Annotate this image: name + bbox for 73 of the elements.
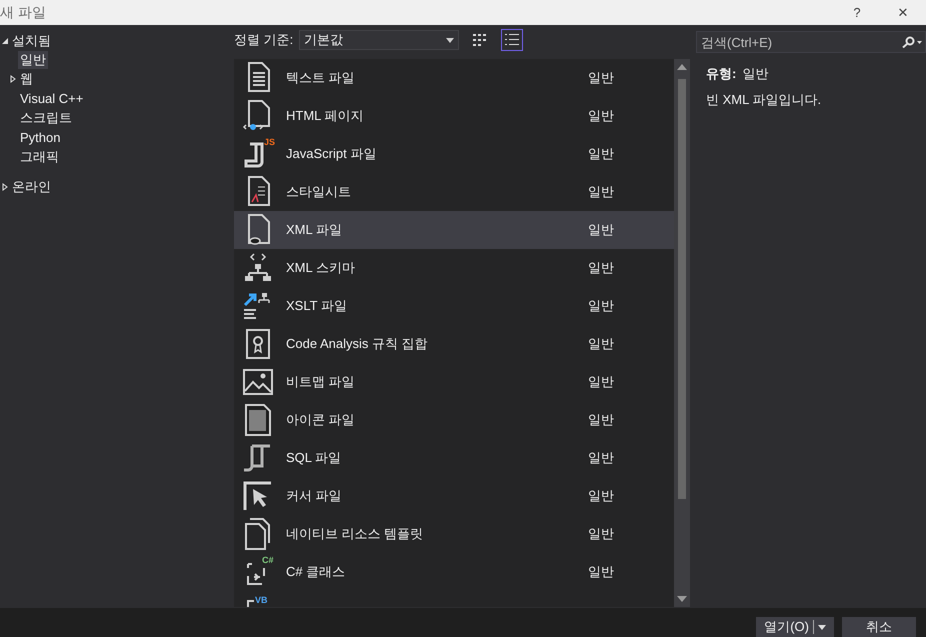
grid-icon [473,33,488,47]
template-item[interactable]: 아이콘 파일 일반 [234,401,674,439]
description-text: 빈 XML 파일입니다. [706,91,822,109]
template-item[interactable]: 비트맵 파일 일반 [234,363,674,401]
template-category: 일반 [588,297,614,315]
template-name: 텍스트 파일 [286,69,356,87]
template-category: 일반 [588,487,614,505]
template-name: C# 클래스 [286,563,346,581]
template-category: 일반 [588,563,614,581]
template-category: 일반 [588,373,614,391]
sort-label: 정렬 기준: [234,31,294,49]
template-category: 일반 [588,335,614,353]
template-category: 일반 [588,259,614,277]
window-title: 새 파일 [0,4,47,22]
template-category: 일반 [588,449,614,467]
template-name: HTML 페이지 [286,107,365,125]
sort-dropdown[interactable]: 기본값 [299,30,460,50]
help-button[interactable]: ? [834,4,880,21]
tree-item[interactable]: 웹 [18,70,35,88]
template-name: 아이콘 파일 [286,411,356,429]
template-item[interactable]: SQL 파일 일반 [234,439,674,477]
template-name: 네이티브 리소스 템플릿 [286,525,424,543]
list-view-button[interactable] [501,29,524,51]
template-name: XML 스키마 [286,259,356,277]
open-button[interactable]: 열기(O) [756,617,834,637]
tree-item[interactable]: 스크립트 [18,109,74,128]
template-item[interactable]: XSLT 파일 일반 [234,287,674,325]
template-item[interactable]: 텍스트 파일 일반 [234,59,674,97]
tree-item[interactable]: Visual C++ [18,91,86,106]
template-name: JavaScript 파일 [286,145,378,163]
scroll-down-icon[interactable] [677,596,687,602]
tree-item[interactable]: 설치됨 [10,32,53,50]
caret-icon [446,38,454,42]
template-name: 비트맵 파일 [286,373,356,391]
tree-item[interactable]: 온라인 [10,178,53,196]
template-name: 커서 파일 [286,487,343,505]
tree-item[interactable]: 그래픽 [18,148,61,166]
template-category: 일반 [588,69,614,87]
template-category: 일반 [588,145,614,163]
expander-icon[interactable] [1,36,9,44]
type-label: 유형: 일반 [706,65,770,83]
template-category: 일반 [588,221,614,239]
search-field[interactable]: 검색(Ctrl+E) [696,31,926,53]
template-item[interactable]: JS JavaScript 파일 일반 [234,135,674,173]
template-item[interactable]: 커서 파일 일반 [234,477,674,515]
list-icon [505,33,520,47]
scrollbar[interactable] [674,59,690,607]
template-category: 일반 [588,107,614,125]
template-name: 스타일시트 [286,183,352,201]
template-name: XSLT 파일 [286,297,348,315]
template-item[interactable]: C# C# 클래스 일반 [234,553,674,591]
template-name: Code Analysis 규칙 집합 [286,335,429,353]
scroll-up-icon[interactable] [677,64,687,70]
cancel-button[interactable]: 취소 [842,617,916,637]
template-name: SQL 파일 [286,449,342,467]
template-category: 일반 [588,183,614,201]
expander-icon[interactable] [9,75,17,84]
template-item[interactable]: 네이티브 리소스 템플릿 일반 [234,515,674,553]
template-name: XML 파일 [286,221,343,239]
template-category: 일반 [588,411,614,429]
search-icon [902,36,922,48]
template-category: 일반 [588,525,614,543]
template-item[interactable]: HTML 페이지 일반 [234,97,674,135]
expander-icon[interactable] [1,182,9,190]
template-item[interactable]: VB [234,591,674,607]
tree-item[interactable]: 일반 [18,50,48,69]
close-button[interactable]: ✕ [880,4,926,22]
template-item[interactable]: XML 파일 일반 [234,211,674,249]
template-item[interactable]: XML 스키마 일반 [234,249,674,287]
template-item[interactable]: Code Analysis 규칙 집합 일반 [234,325,674,363]
tree-item[interactable]: Python [18,130,62,146]
template-item[interactable]: 스타일시트 일반 [234,173,674,211]
caret-icon [818,624,826,630]
